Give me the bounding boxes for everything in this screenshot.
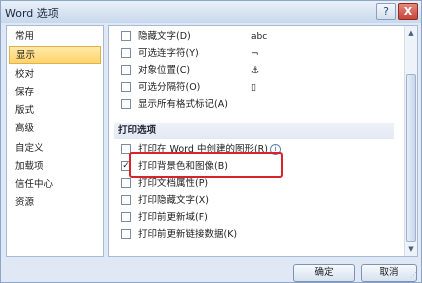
sidebar-item-common[interactable]: 常用 bbox=[9, 28, 101, 46]
checkbox[interactable] bbox=[121, 195, 131, 205]
red-highlight-annotation bbox=[129, 152, 283, 178]
word-options-dialog: Word 选项 ? X 常用 显示 校对 保存 版式 高级 自定义 加载项 信任… bbox=[0, 0, 422, 283]
sidebar-item-trust-center[interactable]: 信任中心 bbox=[9, 176, 101, 194]
scroll-up-icon[interactable]: ▲ bbox=[405, 27, 417, 39]
cancel-button[interactable]: 取消 bbox=[361, 264, 417, 282]
checkbox[interactable] bbox=[121, 31, 131, 41]
checkbox[interactable] bbox=[121, 212, 131, 222]
sidebar-item-save[interactable]: 保存 bbox=[9, 84, 101, 102]
resize-grip-icon[interactable]: ⋰ bbox=[410, 271, 417, 279]
checkbox[interactable] bbox=[121, 178, 131, 188]
hidden-text-symbol-icon: abc bbox=[251, 32, 268, 42]
checkbox[interactable] bbox=[121, 48, 131, 58]
dialog-title: Word 选项 bbox=[5, 7, 59, 20]
ok-button[interactable]: 确定 bbox=[293, 264, 355, 282]
sidebar-item-display[interactable]: 显示 bbox=[9, 46, 101, 64]
sidebar-item-advanced[interactable]: 高级 bbox=[9, 120, 101, 138]
close-button[interactable]: X bbox=[398, 3, 418, 20]
optional-hyphen-symbol-icon: ¬ bbox=[251, 49, 259, 59]
sidebar-item-customize[interactable]: 自定义 bbox=[9, 140, 101, 158]
checkbox[interactable] bbox=[121, 99, 131, 109]
sidebar-item-addins[interactable]: 加载项 bbox=[9, 158, 101, 176]
sidebar-item-proofing[interactable]: 校对 bbox=[9, 66, 101, 84]
checkbox[interactable] bbox=[121, 65, 131, 75]
scrollbar-thumb[interactable] bbox=[406, 74, 416, 242]
checkbox[interactable] bbox=[121, 229, 131, 239]
sidebar-item-resources[interactable]: 资源 bbox=[9, 194, 101, 212]
optional-break-symbol-icon: ▯ bbox=[251, 83, 256, 93]
checkbox[interactable] bbox=[121, 82, 131, 92]
options-content: 隐藏文字(D) abc 可选连字符(Y) ¬ 对象位置(C) ⚓ 可选分隔符(O… bbox=[108, 25, 418, 257]
print-options-header: 打印选项 bbox=[114, 123, 394, 139]
vertical-scrollbar[interactable]: ▲ ▼ bbox=[404, 26, 417, 256]
title-bar: Word 选项 ? X bbox=[1, 1, 421, 23]
help-button[interactable]: ? bbox=[376, 3, 396, 20]
scroll-down-icon[interactable]: ▼ bbox=[405, 243, 417, 255]
options-sidebar: 常用 显示 校对 保存 版式 高级 自定义 加载项 信任中心 资源 bbox=[6, 25, 104, 257]
sidebar-item-layout[interactable]: 版式 bbox=[9, 102, 101, 120]
anchor-icon: ⚓ bbox=[251, 66, 260, 76]
